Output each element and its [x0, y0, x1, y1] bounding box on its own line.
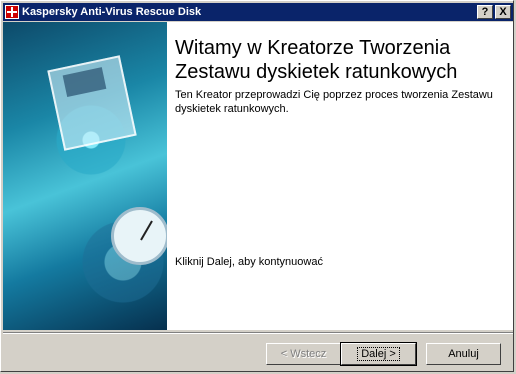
window-title: Kaspersky Anti-Virus Rescue Disk [22, 6, 202, 18]
continue-hint: Kliknij Dalej, aby kontynuować [175, 256, 323, 268]
separator [3, 332, 513, 334]
next-button[interactable]: Dalej > [340, 342, 417, 366]
wizard-side-image [3, 22, 167, 330]
close-button[interactable]: X [495, 5, 511, 19]
wizard-intro: Ten Kreator przeprowadzi Cię poprzez pro… [175, 89, 493, 115]
wizard-window: Kaspersky Anti-Virus Rescue Disk ? X Wit… [0, 0, 514, 372]
cancel-button[interactable]: Anuluj [426, 343, 501, 365]
title-bar[interactable]: Kaspersky Anti-Virus Rescue Disk ? X [3, 3, 513, 21]
app-icon [5, 5, 19, 19]
floppy-disk-graphic [47, 55, 137, 151]
help-button[interactable]: ? [477, 5, 493, 19]
wizard-heading: Witamy w Kreatorze Tworzenia Zestawu dys… [175, 37, 458, 83]
gauge-graphic [111, 207, 167, 265]
wizard-content: Witamy w Kreatorze Tworzenia Zestawu dys… [3, 22, 513, 330]
next-button-label: Dalej > [357, 347, 400, 361]
back-button[interactable]: < Wstecz [266, 343, 341, 365]
